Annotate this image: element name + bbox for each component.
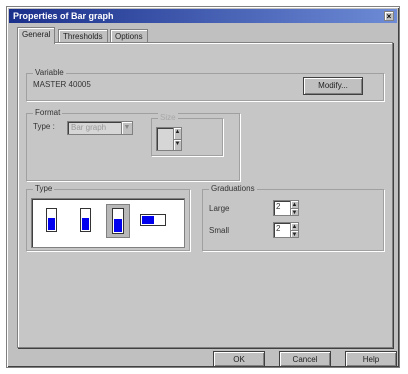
cancel-button[interactable]: Cancel [279,351,331,367]
vertical-bar-right-option[interactable] [74,204,98,238]
vertical-bar-right-fill [82,218,89,230]
horizontal-bar-icon [140,214,166,226]
modify-button[interactable]: Modify... [303,77,363,95]
vertical-bar-selected-option[interactable] [106,204,130,238]
format-group: Format Type : Bar graph ▼ Size ▲ ▼ [26,108,240,181]
variable-group: Variable MASTER 40005 Modify... [26,68,384,101]
vertical-bar-selected-fill [114,219,122,232]
vertical-bar-fill [48,218,55,230]
chevron-down-icon: ▼ [121,122,132,134]
format-type-label: Type : [33,122,55,131]
help-button[interactable]: Help [345,351,397,367]
small-spin-down-icon[interactable]: ▼ [290,230,298,238]
close-icon: × [386,12,392,21]
tab-thresholds[interactable]: Thresholds [58,29,108,43]
properties-dialog: Properties of Bar graph × General Thresh… [6,6,400,368]
vertical-bar-icon [46,208,57,232]
variable-group-label: Variable [33,68,66,78]
vertical-bar-right-icon [80,208,91,232]
type-options-area [31,198,185,248]
variable-value: MASTER 40005 [33,80,91,89]
small-spinner[interactable]: 2 ▲ ▼ [273,222,299,238]
title-bar: Properties of Bar graph × [9,9,397,23]
small-label: Small [209,226,230,235]
type-group: Type [26,184,190,251]
format-type-value: Bar graph [71,123,107,132]
tab-panel-general: Variable MASTER 40005 Modify... Format T… [17,42,393,348]
horizontal-bar-fill [142,216,154,224]
large-value: 2 [276,202,281,211]
spin-up-icon[interactable]: ▲ [173,128,181,139]
format-size-group: Size ▲ ▼ [151,113,223,156]
large-label: Large [209,204,230,213]
small-value: 2 [276,224,281,233]
graduations-group-label: Graduations [209,184,257,194]
vertical-bar-option[interactable] [40,204,64,238]
large-spinner[interactable]: 2 ▲ ▼ [273,200,299,216]
type-group-label: Type [33,184,55,194]
format-size-label: Size [158,113,178,123]
spin-down-icon[interactable]: ▼ [173,139,181,150]
large-spin-up-icon[interactable]: ▲ [290,201,298,208]
tab-general[interactable]: General [17,27,56,44]
format-type-select[interactable]: Bar graph ▼ [67,121,133,135]
vertical-bar-selected-icon [112,208,124,234]
large-spin-down-icon[interactable]: ▼ [290,208,298,216]
close-button[interactable]: × [384,11,394,21]
small-spin-up-icon[interactable]: ▲ [290,223,298,230]
horizontal-bar-option[interactable] [138,204,170,238]
graduations-group: Graduations Large 2 ▲ ▼ Small 2 ▲ ▼ [202,184,384,251]
ok-button[interactable]: OK [213,351,265,367]
format-size-spinner[interactable]: ▲ ▼ [156,127,182,151]
format-group-label: Format [33,108,63,118]
window-title: Properties of Bar graph [13,11,114,21]
tab-options[interactable]: Options [110,29,148,43]
